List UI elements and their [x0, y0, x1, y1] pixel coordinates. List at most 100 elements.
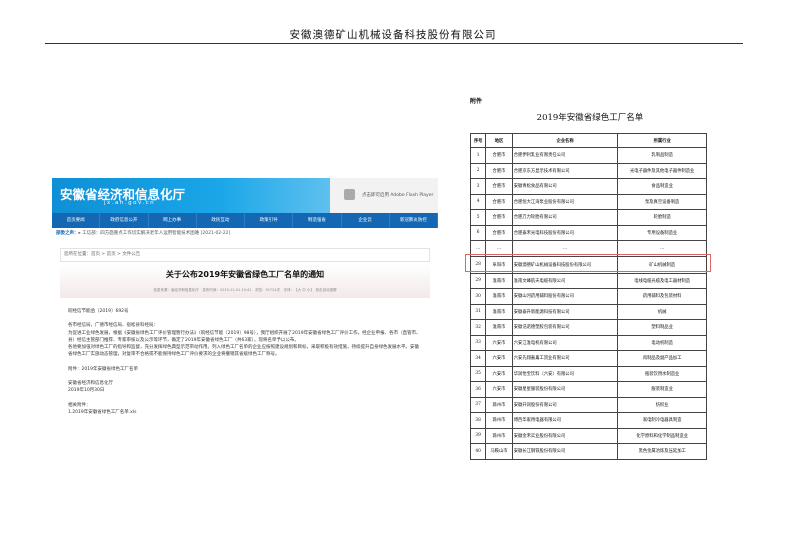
row-number: 35 [469, 365, 487, 382]
ticker-label: 部委之声： [56, 231, 79, 236]
company-name: 安徽长江钢铁股份有限公司 [511, 443, 619, 460]
header-divider [45, 43, 743, 44]
salutation: 各市经信局，广德市经信局、宿松县科经局： [68, 323, 158, 329]
site-url: jx.ah.gov.cn [104, 200, 156, 206]
industry: 专用设备制造业 [617, 224, 707, 241]
table-row: 31 淮南市 安徽泰升新能源科技有限公司 机械 [469, 303, 707, 320]
table-row: 6 合肥市 合肥泰禾光电科技股份有限公司 专用设备制造业 [469, 224, 707, 241]
region: 阜阳市 [485, 255, 513, 274]
company-name: 安徽浩诺德塑胶包装有限公司 [511, 319, 619, 336]
industry: 瓶装饮用水制造业 [617, 365, 707, 382]
row-number: 30 [469, 288, 487, 305]
company-name: 博西华家用电器有限公司 [511, 412, 619, 429]
region: 合肥市 [485, 209, 513, 226]
row-number: 28 [469, 255, 487, 274]
industry: 机械 [617, 303, 707, 320]
row-number: 6 [469, 224, 487, 241]
paragraph-1: 为促进工业绿色发展，根据《安徽省绿色工厂评价管理暂行办法》（皖经信节能〔2019… [68, 330, 421, 343]
table-row: 2 合肥市 合肥京东方显示技术有限公司 光电子器件及其他电子器件制造业 [469, 162, 707, 179]
green-factory-table: 序号 地区 企业名称 所属行业 1 合肥市 合肥伊利乳业有限责任公司 乳制品制造 2 合肥市 合肥… [469, 133, 707, 460]
region: 滁州市 [485, 396, 513, 413]
article-header: 关于公布2019年安徽省绿色工厂名单的通知 信息来源：省经济和信息化厅 发布时间… [60, 264, 430, 298]
company-name: 安徽开润股份有限公司 [511, 396, 619, 413]
signer: 安徽省经济和信息化厅 [68, 381, 113, 387]
table-row: 38 滁州市 博西华家用电器有限公司 家电制冷电器具制造 [469, 412, 707, 429]
company-name: 淮南文峰航天电缆有限公司 [511, 272, 619, 289]
row-number: 40 [469, 443, 487, 460]
row-number: 3 [469, 178, 487, 195]
region: 六安市 [485, 365, 513, 382]
industry: 泵及真空设备制造 [617, 193, 707, 210]
industry: 家电制冷电器具制造 [617, 412, 707, 429]
row-number: 2 [469, 162, 487, 179]
nav-item[interactable]: 制造强省 [293, 213, 342, 228]
company-name: 安徽金禾实业股份有限公司 [511, 427, 619, 444]
row-number: 36 [469, 381, 487, 398]
nav-item[interactable]: 网上办事 [149, 213, 197, 228]
region: 六安市 [485, 350, 513, 367]
company-name: 华润怡宝饮料（六安）有限公司 [511, 365, 619, 382]
article-title: 关于公布2019年安徽省绿色工厂名单的通知 [165, 270, 325, 279]
company-name: 安徽星星服装股份有限公司 [511, 381, 619, 398]
industry: 塑料制品业 [617, 319, 707, 336]
company-name: 安徽泰升新能源科技有限公司 [511, 303, 619, 320]
row-number: 37 [469, 396, 487, 413]
industry: 电动机制造 [617, 334, 707, 351]
related-file-link[interactable]: 1.2019年安徽省绿色工厂名单.xls [68, 410, 136, 415]
flash-notice: 点击即可启用 Adobe Flash Player [362, 193, 434, 198]
article-meta: 信息来源：省经济和信息化厅 发布时间：2019-11-01 10:41 浏览：9… [153, 288, 337, 292]
table-header-row: 序号 地区 企业名称 所属行业 [469, 133, 707, 148]
row-number: 4 [469, 193, 487, 210]
region: 淮南市 [485, 303, 513, 320]
industry: 乳制品制造 [617, 147, 707, 164]
table-row: 1 合肥市 合肥伊利乳业有限责任公司 乳制品制造 [469, 147, 707, 164]
paragraph-2: 各地要加强对绿色工厂的指导和监督，充分发挥绿色典型示范带动作用。列入绿色工厂名单… [68, 345, 419, 358]
nav-item[interactable]: 企业云 [342, 213, 390, 228]
company-name: 六安江淮电机有限公司 [511, 334, 619, 351]
industry: 矿山机械制造 [617, 255, 707, 274]
table-row: 39 滁州市 安徽金禾实业股份有限公司 化学原料和化学制品制造业 [469, 427, 707, 444]
industry: 食品制造业 [617, 178, 707, 195]
region: 淮南市 [485, 272, 513, 289]
industry: … [617, 240, 707, 257]
news-ticker: 部委之声：▸ 工信部：四方面重点工作切实解决老年人运用智能技术困难 [2021-… [56, 230, 436, 236]
table-row: 36 六安市 安徽星星服装股份有限公司 服装制造业 [469, 381, 707, 398]
row-number: 38 [469, 412, 487, 429]
nav-item[interactable]: 首页要闻 [52, 213, 101, 228]
table-row: 28 阜阳市 安徽澳德矿山机械设备科技股份有限公司 矿山机械制造 [469, 255, 707, 274]
industry: 药用辅料及包装材料 [617, 288, 707, 305]
row-number: 31 [469, 303, 487, 320]
nav-item[interactable]: 政策引导 [245, 213, 294, 228]
region: 合肥市 [485, 147, 513, 164]
region: 淮南市 [485, 288, 513, 305]
region: 合肥市 [485, 178, 513, 195]
company-name: 安徽青松食品有限公司 [511, 178, 619, 195]
region: 合肥市 [485, 224, 513, 241]
region: 六安市 [485, 381, 513, 398]
table-row: 29 淮南市 淮南文峰航天电缆有限公司 电线电缆光缆及电工器材制造 [469, 272, 707, 289]
region: 淮南市 [485, 319, 513, 336]
industry: 服装制造业 [617, 381, 707, 398]
site-nav: 首页要闻 政府信息公开 网上办事 政民互动 政策引导 制造强省 企业云 新冠肺炎防控 [52, 213, 438, 228]
company-name: 安徽山河药用辅料股份有限公司 [511, 288, 619, 305]
table-row: 3 合肥市 安徽青松食品有限公司 食品制造业 [469, 178, 707, 195]
region: 六安市 [485, 334, 513, 351]
nav-item[interactable]: 政府信息公开 [100, 213, 149, 228]
row-number: 32 [469, 319, 487, 336]
company-name: 合肥伊利乳业有限责任公司 [511, 147, 619, 164]
related-label: 相关附件： [68, 402, 91, 408]
nav-item[interactable]: 政民互动 [197, 213, 245, 228]
table-row: ………… [469, 240, 707, 257]
table-row: 33 六安市 六安江淮电机有限公司 电动机制造 [469, 334, 707, 351]
nav-item[interactable]: 新冠肺炎防控 [390, 213, 438, 228]
row-number: 39 [469, 427, 487, 444]
industry: 轮胎制造 [617, 209, 707, 226]
region: 滁州市 [485, 427, 513, 444]
website-screenshot: 安徽省经济和信息化厅 jx.ah.gov.cn 点击即可启用 Adobe Fla… [52, 178, 438, 485]
plugin-puzzle-icon [344, 189, 355, 200]
table-row: 5 合肥市 合肥万力轮胎有限公司 轮胎制造 [469, 209, 707, 226]
breadcrumb: 您所在位置：首页 > 首页 > 文件公告 [60, 248, 430, 262]
table-row: 32 淮南市 安徽浩诺德塑胶包装有限公司 塑料制品业 [469, 319, 707, 336]
industry: 纺织业 [617, 396, 707, 413]
industry: 电线电缆光缆及电工器材制造 [617, 272, 707, 289]
